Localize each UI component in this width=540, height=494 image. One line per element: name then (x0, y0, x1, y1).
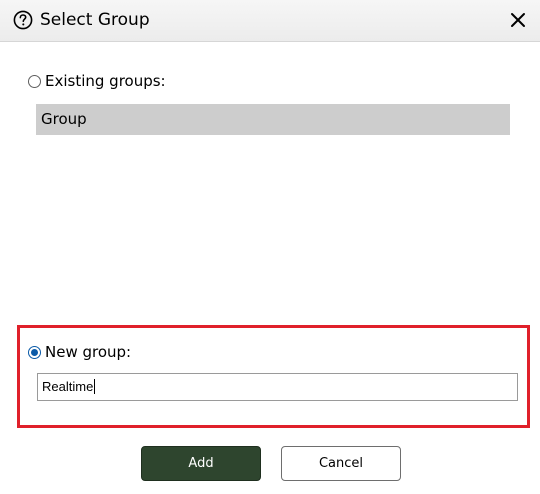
select-group-dialog: Select Group Existing groups: Group New … (0, 0, 540, 494)
list-item[interactable]: Group (41, 109, 87, 129)
new-group-input-value: Realtime (42, 379, 94, 394)
close-icon[interactable] (506, 8, 530, 32)
existing-groups-list[interactable]: Group (36, 104, 510, 135)
add-button[interactable]: Add (141, 446, 261, 481)
existing-groups-radio[interactable] (28, 75, 41, 88)
new-group-input[interactable]: Realtime (37, 373, 518, 401)
title-bar: Select Group (0, 0, 540, 42)
new-group-label[interactable]: New group: (45, 342, 131, 362)
new-group-radio[interactable] (28, 346, 41, 359)
cancel-button[interactable]: Cancel (281, 446, 401, 481)
text-caret (94, 379, 96, 394)
dialog-title: Select Group (40, 10, 150, 30)
radio-selected-dot (31, 349, 38, 356)
question-circle-icon[interactable] (13, 10, 33, 30)
existing-groups-label[interactable]: Existing groups: (45, 71, 166, 91)
